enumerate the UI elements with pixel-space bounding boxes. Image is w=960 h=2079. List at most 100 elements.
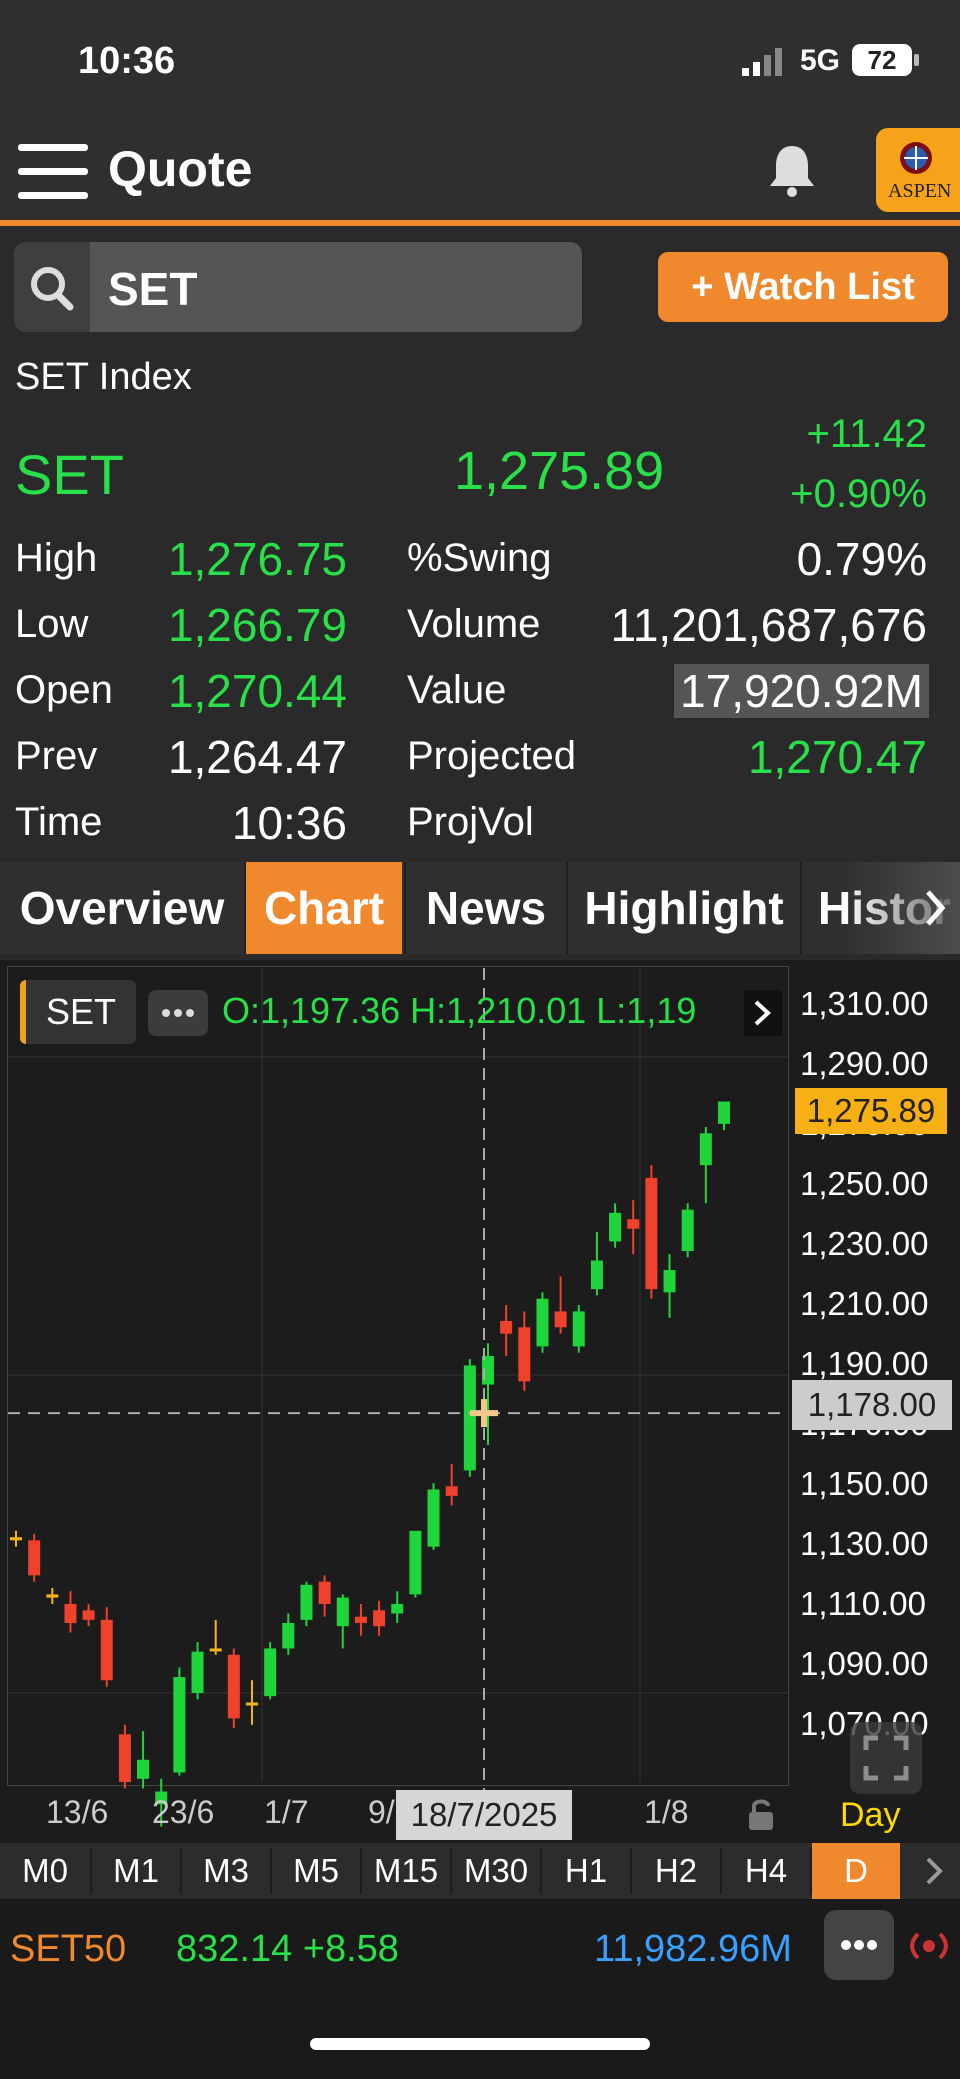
tab-news[interactable]: News [406, 862, 566, 954]
unlock-icon[interactable] [746, 1796, 776, 1832]
candle-body [409, 1530, 422, 1595]
candle-body [318, 1581, 331, 1604]
battery-icon: 72 [852, 44, 912, 76]
candle-body [627, 1219, 640, 1229]
chart-symbol-badge[interactable]: SET [20, 980, 136, 1044]
page-title: Quote [108, 141, 253, 197]
interval-h4[interactable]: H4 [722, 1843, 810, 1899]
interval-m3[interactable]: M3 [182, 1843, 270, 1899]
signal-icon [742, 48, 782, 76]
volume-value: 11,201,687,676 [610, 599, 927, 651]
add-watch-list-button[interactable]: + Watch List [658, 252, 948, 322]
candle-body [463, 1365, 476, 1471]
tab-highlight[interactable]: Highlight [568, 862, 800, 954]
chevron-right-icon [754, 1000, 771, 1026]
interval-m30[interactable]: M30 [452, 1843, 540, 1899]
ticker-traded-value: 11,982.96M [594, 1928, 792, 1970]
x-tick: 23/6 [152, 1794, 215, 1830]
volume-label: Volume [407, 602, 541, 646]
x-tick: 9/ [368, 1794, 395, 1830]
ticker-more-icon[interactable] [824, 1910, 894, 1980]
index-name: SET Index [15, 356, 192, 398]
candle-body [282, 1623, 295, 1649]
bell-icon[interactable] [766, 142, 818, 198]
nav-underline [0, 220, 960, 226]
more-options-icon[interactable] [148, 990, 208, 1036]
y-tick: 1,110.00 [800, 1585, 927, 1622]
price-change: +11.42 [806, 412, 928, 456]
interval-m5[interactable]: M5 [272, 1843, 360, 1899]
candle-body [100, 1619, 113, 1681]
interval-h1[interactable]: H1 [542, 1843, 630, 1899]
interval-d[interactable]: D [812, 1843, 900, 1899]
projvol-label: ProjVol [407, 800, 534, 844]
y-tick: 1,130.00 [800, 1525, 929, 1562]
candle-body [518, 1327, 531, 1382]
swing-label: %Swing [407, 536, 552, 580]
candle-body [354, 1616, 367, 1624]
tab-chart[interactable]: Chart [246, 862, 402, 954]
chevron-right-icon[interactable] [912, 1843, 960, 1899]
high-label: High [15, 536, 98, 580]
search-icon [31, 267, 74, 311]
chevron-right-icon [926, 890, 946, 926]
y-tick: 1,210.00 [800, 1285, 929, 1322]
hamburger-menu-icon[interactable] [18, 144, 88, 200]
candle-body [391, 1603, 404, 1614]
home-indicator[interactable] [310, 2038, 650, 2050]
search-icon-container[interactable] [14, 242, 90, 332]
battery-tip [914, 54, 919, 66]
x-tick: 13/6 [46, 1794, 109, 1830]
candle-body [572, 1311, 585, 1347]
tab-overview[interactable]: Overview [0, 862, 244, 954]
tab-scroll-right[interactable] [842, 862, 960, 954]
search-input[interactable] [14, 242, 582, 332]
x-tick: 1/8 [644, 1794, 689, 1830]
candle-body [209, 1648, 222, 1652]
status-time: 10:36 [78, 40, 176, 82]
candle-body [46, 1594, 59, 1598]
interval-m0[interactable]: M0 [0, 1843, 90, 1899]
candle-body [173, 1677, 186, 1773]
value-label: Value [407, 668, 507, 712]
candle-body [699, 1133, 712, 1166]
prev-value: 1,264.47 [167, 731, 347, 783]
interval-h2[interactable]: H2 [632, 1843, 720, 1899]
candle-body [82, 1610, 95, 1620]
price-change-percent: +0.90% [790, 472, 927, 516]
prev-label: Prev [15, 734, 98, 778]
candle-body [10, 1537, 22, 1541]
projected-label: Projected [407, 734, 576, 778]
y-tick: 1,230.00 [800, 1225, 929, 1262]
search-value[interactable]: SET [108, 262, 197, 316]
candle-body [718, 1101, 730, 1124]
y-tick: 1,090.00 [800, 1645, 929, 1682]
candle-body [663, 1270, 676, 1293]
interval-m1[interactable]: M1 [92, 1843, 180, 1899]
interval-m15[interactable]: M15 [362, 1843, 450, 1899]
fullscreen-icon[interactable] [850, 1722, 922, 1794]
crosshair-date-tag: 18/7/2025 [396, 1790, 572, 1840]
candle-body [28, 1540, 41, 1576]
ticker-symbol[interactable]: SET50 [10, 1928, 126, 1971]
candle-body [64, 1603, 77, 1624]
candle-body [300, 1584, 313, 1620]
high-value: 1,276.75 [167, 533, 347, 585]
projected-value: 1,270.47 [747, 731, 927, 783]
time-value: 10:36 [231, 797, 347, 849]
candle-body [227, 1654, 240, 1719]
candle-body [681, 1209, 694, 1251]
y-tick: 1,190.00 [800, 1345, 929, 1382]
candle-body [500, 1320, 513, 1334]
candle-body [118, 1734, 131, 1782]
candle-body [590, 1260, 603, 1290]
aspen-logo-text: ASPEN [888, 180, 952, 202]
period-label[interactable]: Day [840, 1796, 900, 1835]
ohlc-expand-arrow[interactable] [744, 990, 782, 1036]
broadcast-icon[interactable] [906, 1926, 952, 1966]
candle-body [445, 1486, 458, 1496]
candle-body [336, 1597, 349, 1627]
y-tick: 1,250.00 [800, 1165, 929, 1202]
y-tick: 1,290.00 [800, 1045, 929, 1082]
y-tick: 1,150.00 [800, 1465, 929, 1502]
